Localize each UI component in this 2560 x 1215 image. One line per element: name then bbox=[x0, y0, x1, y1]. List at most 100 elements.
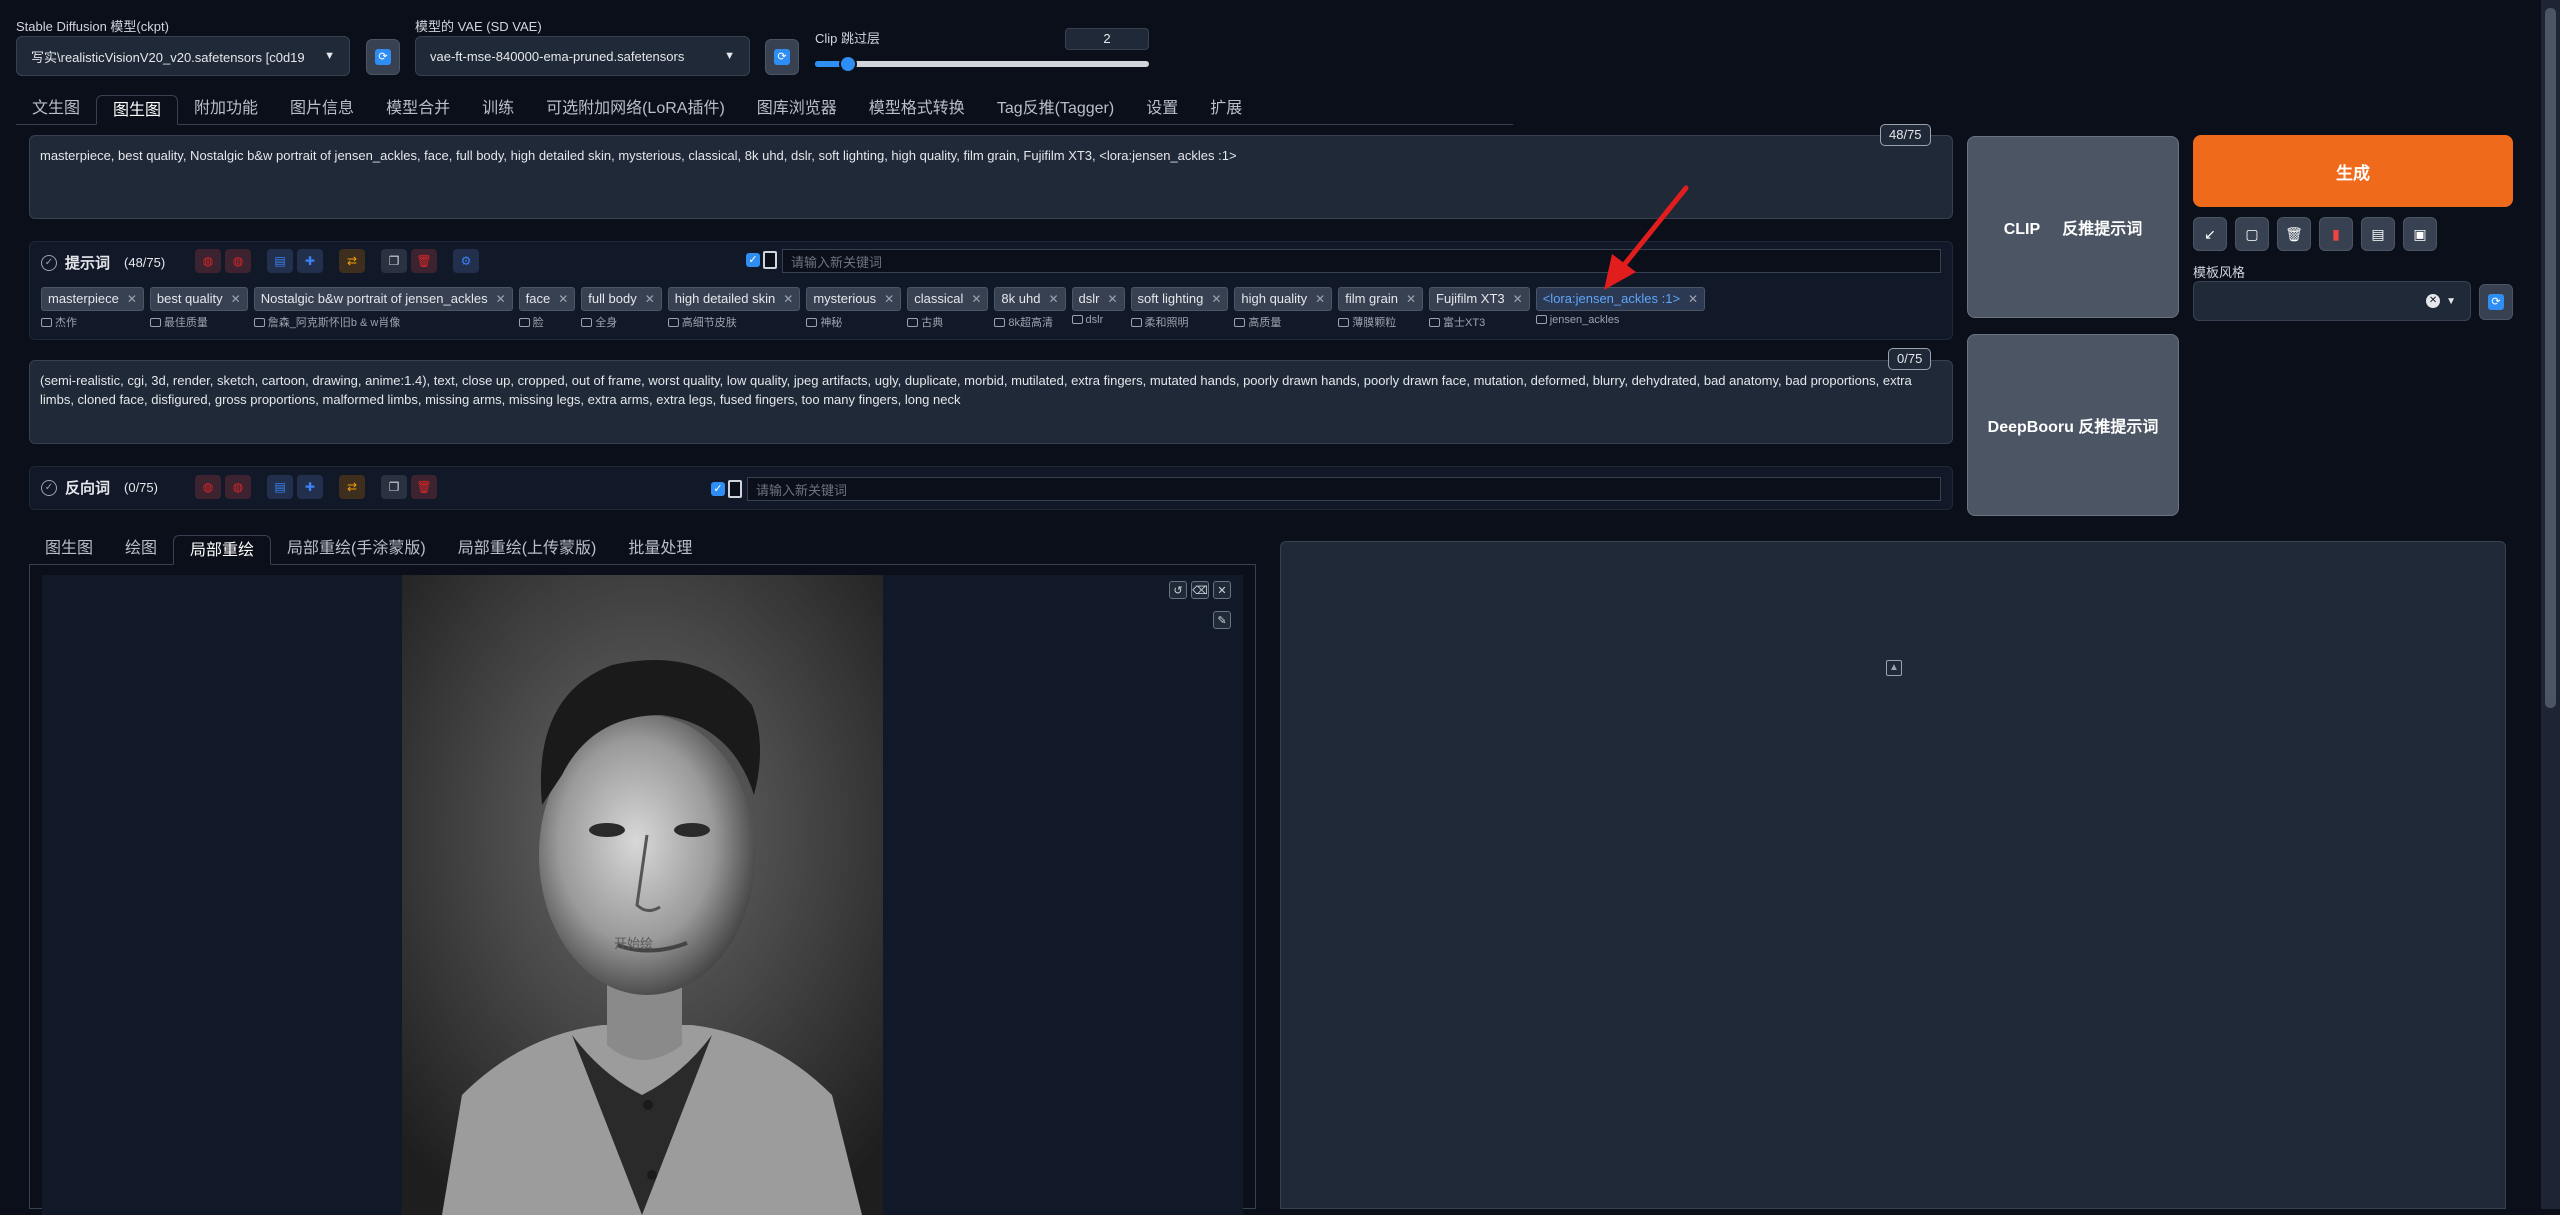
translate-icon[interactable]: ⇄ bbox=[339, 475, 365, 499]
eraser-icon[interactable]: ⌫ bbox=[1191, 581, 1209, 599]
remove-tag-icon[interactable]: ✕ bbox=[783, 292, 793, 306]
keyword-toggle-box[interactable] bbox=[763, 251, 777, 269]
prompt-tag-chip[interactable]: soft lighting ✕ bbox=[1130, 287, 1229, 311]
trash-icon[interactable]: 🗑 bbox=[2277, 217, 2311, 251]
clip-skip-slider-handle[interactable] bbox=[839, 55, 858, 73]
prompt-tag-chip[interactable]: Nostalgic b&w portrait of jensen_ackles ✕ bbox=[253, 287, 513, 311]
clear-icon[interactable]: ✕ bbox=[2426, 294, 2441, 308]
main-tab[interactable]: 文生图 bbox=[16, 94, 96, 124]
brush-icon[interactable]: ✎ bbox=[1213, 611, 1231, 629]
prompt-tag-chip[interactable]: full body ✕ bbox=[581, 287, 662, 311]
main-tab[interactable]: 训练 bbox=[466, 94, 530, 124]
prompt-tag-text: film grain bbox=[1345, 291, 1398, 306]
inpaint-canvas[interactable]: 开始绘 ↺ ⌫ ✕ ✎ bbox=[42, 575, 1243, 1215]
globe-off-icon[interactable]: ◍ bbox=[225, 249, 251, 273]
remove-tag-icon[interactable]: ✕ bbox=[1048, 292, 1058, 306]
save-icon[interactable]: ▣ bbox=[2403, 217, 2437, 251]
sub-tab[interactable]: 局部重绘 bbox=[173, 535, 272, 565]
clip-skip-slider[interactable] bbox=[815, 55, 1149, 73]
prompt-tag-chip[interactable]: best quality ✕ bbox=[149, 287, 248, 311]
bookmark-add-icon[interactable]: ✚ bbox=[297, 249, 323, 273]
sub-tab[interactable]: 批量处理 bbox=[612, 534, 708, 564]
clipboard-icon[interactable]: ❐ bbox=[381, 475, 407, 499]
sub-tab[interactable]: 局部重绘(上传蒙版) bbox=[442, 534, 613, 564]
main-tab[interactable]: 可选附加网络(LoRA插件) bbox=[530, 94, 741, 124]
main-tab[interactable]: Tag反推(Tagger) bbox=[981, 94, 1130, 124]
settings-icon[interactable]: ⚙ bbox=[453, 249, 479, 273]
clip-skip-number[interactable]: 2 bbox=[1065, 28, 1149, 50]
prompt-tag-list: masterpiece ✕ 杰作 best quality ✕ 最佳质量 Nostalgic… bbox=[41, 287, 1706, 330]
main-tab[interactable]: 模型格式转换 bbox=[853, 94, 981, 124]
main-tab[interactable]: 附加功能 bbox=[178, 94, 274, 124]
bookmark-add-icon[interactable]: ✚ bbox=[297, 475, 323, 499]
generate-button[interactable]: 生成 bbox=[2193, 135, 2513, 207]
remove-tag-icon[interactable]: ✕ bbox=[971, 292, 981, 306]
bookmark-icon[interactable]: ▮ bbox=[2319, 217, 2353, 251]
main-tab[interactable]: 图库浏览器 bbox=[741, 94, 853, 124]
collapse-icon[interactable]: ✓ bbox=[41, 479, 57, 496]
remove-tag-icon[interactable]: ✕ bbox=[645, 292, 655, 306]
main-tab[interactable]: 扩展 bbox=[1194, 94, 1258, 124]
canvas-controls: ↺ ⌫ ✕ bbox=[1169, 581, 1231, 599]
ckpt-dropdown[interactable]: 写实\realisticVisionV20_v20.safetensors [c… bbox=[16, 36, 350, 76]
prompt-tag-chip[interactable]: classical ✕ bbox=[907, 287, 989, 311]
prompt-tag-chip[interactable]: film grain ✕ bbox=[1338, 287, 1424, 311]
negative-textarea[interactable]: (semi-realistic, cgi, 3d, render, sketch… bbox=[29, 360, 1953, 444]
copy-tags-icon[interactable]: ▤ bbox=[267, 249, 293, 273]
prompt-tag-chip[interactable]: dslr ✕ bbox=[1071, 287, 1125, 311]
main-tab[interactable]: 设置 bbox=[1130, 94, 1194, 124]
translate-icon[interactable]: ⇄ bbox=[339, 249, 365, 273]
sub-tab[interactable]: 绘图 bbox=[109, 534, 173, 564]
prompt-keyword-input[interactable]: 请输入新关键词 bbox=[782, 249, 1941, 273]
globe-icon[interactable]: ◍ bbox=[195, 475, 221, 499]
check-icon[interactable]: ↙ bbox=[2193, 217, 2227, 251]
prompt-tag-chip[interactable]: high quality ✕ bbox=[1234, 287, 1333, 311]
main-tab[interactable]: 图生图 bbox=[96, 95, 179, 125]
remove-tag-icon[interactable]: ✕ bbox=[496, 292, 506, 306]
keyword-toggle-box[interactable] bbox=[728, 480, 742, 498]
prompt-tag-chip[interactable]: 8k uhd ✕ bbox=[994, 287, 1066, 311]
remove-tag-icon[interactable]: ✕ bbox=[558, 292, 568, 306]
main-tab[interactable]: 图片信息 bbox=[274, 94, 370, 124]
page-scrollbar[interactable] bbox=[2541, 0, 2560, 1209]
prompt-tag-chip[interactable]: Fujifilm XT3 ✕ bbox=[1429, 287, 1530, 311]
refresh-ckpt-button[interactable]: ⟳ bbox=[366, 39, 400, 75]
remove-tag-icon[interactable]: ✕ bbox=[1513, 292, 1523, 306]
sub-tab[interactable]: 图生图 bbox=[29, 534, 109, 564]
refresh-style-button[interactable]: ⟳ bbox=[2479, 284, 2513, 320]
globe-icon[interactable]: ◍ bbox=[195, 249, 221, 273]
prompt-tag-chip[interactable]: mysterious ✕ bbox=[806, 287, 902, 311]
remove-tag-icon[interactable]: ✕ bbox=[1315, 292, 1325, 306]
keyword-checkbox[interactable]: ✓ bbox=[711, 482, 725, 496]
trash-icon[interactable]: 🗑 bbox=[411, 475, 437, 499]
prompt-tag-chip[interactable]: masterpiece ✕ bbox=[41, 287, 144, 311]
keyword-checkbox[interactable]: ✓ bbox=[746, 253, 760, 267]
refresh-vae-button[interactable]: ⟳ bbox=[765, 39, 799, 75]
remove-tag-icon[interactable]: ✕ bbox=[884, 292, 894, 306]
clip-interrogate-button[interactable]: CLIP 反推提示词 bbox=[1967, 136, 2179, 318]
remove-tag-icon[interactable]: ✕ bbox=[231, 292, 241, 306]
negative-keyword-input[interactable]: 请输入新关键词 bbox=[747, 477, 1941, 501]
trash-icon[interactable]: 🗑 bbox=[411, 249, 437, 273]
globe-off-icon[interactable]: ◍ bbox=[225, 475, 251, 499]
square-icon[interactable]: ▢ bbox=[2235, 217, 2269, 251]
copy-tags-icon[interactable]: ▤ bbox=[267, 475, 293, 499]
sub-tab[interactable]: 局部重绘(手涂蒙版) bbox=[271, 534, 442, 564]
deepbooru-interrogate-button[interactable]: DeepBooru 反推提示词 bbox=[1967, 334, 2179, 516]
clipboard-icon[interactable]: ❐ bbox=[381, 249, 407, 273]
prompt-tag-translation-text: dslr bbox=[1085, 314, 1104, 326]
remove-tag-icon[interactable]: ✕ bbox=[127, 292, 137, 306]
remove-tag-icon[interactable]: ✕ bbox=[1406, 292, 1416, 306]
close-icon[interactable]: ✕ bbox=[1213, 581, 1231, 599]
vae-dropdown[interactable]: vae-ft-mse-840000-ema-pruned.safetensors… bbox=[415, 36, 750, 76]
scrollbar-thumb[interactable] bbox=[2545, 8, 2556, 708]
remove-tag-icon[interactable]: ✕ bbox=[1211, 292, 1221, 306]
prompt-tag-chip[interactable]: high detailed skin ✕ bbox=[667, 287, 801, 311]
prompt-tag-chip[interactable]: face ✕ bbox=[518, 287, 576, 311]
remove-tag-icon[interactable]: ✕ bbox=[1107, 292, 1117, 306]
collapse-icon[interactable]: ✓ bbox=[41, 254, 57, 271]
main-tab[interactable]: 模型合并 bbox=[370, 94, 466, 124]
clipboard-icon[interactable]: ▤ bbox=[2361, 217, 2395, 251]
undo-icon[interactable]: ↺ bbox=[1169, 581, 1187, 599]
style-dropdown[interactable]: ✕ ▼ bbox=[2193, 281, 2471, 321]
